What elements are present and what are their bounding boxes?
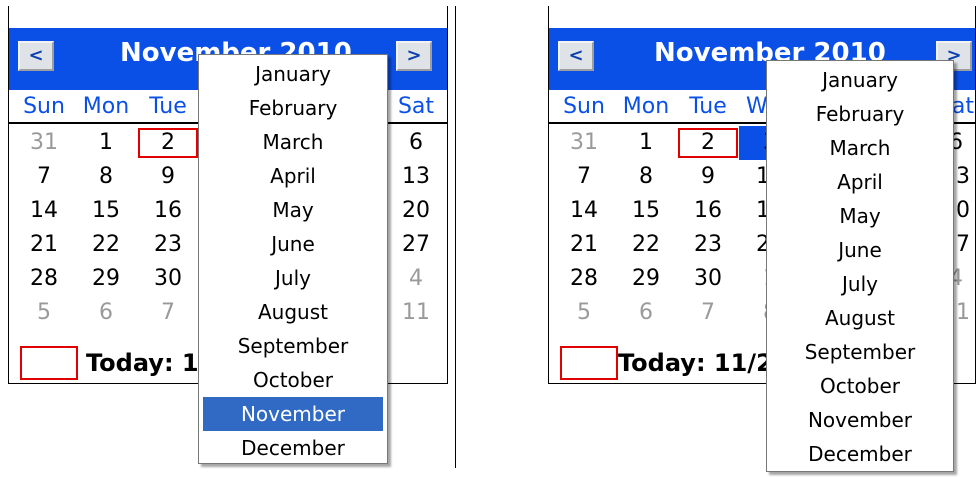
chevron-right-icon: > [406,45,422,66]
weekday-mon: Mon [622,94,670,119]
weekday-tue: Tue [689,94,727,119]
weekday-sun: Sun [23,94,65,119]
day-cell[interactable]: 7 [553,160,615,194]
today-marker [560,346,618,380]
month-option-may[interactable]: May [203,193,383,227]
day-cell[interactable]: 31 [553,126,615,160]
month-option-september[interactable]: September [203,329,383,363]
month-option-may[interactable]: May [771,199,949,233]
day-cell[interactable]: 28 [553,262,615,296]
divider-line [455,6,456,468]
day-cell[interactable]: 31 [13,126,75,160]
day-cell[interactable]: 4 [385,262,447,296]
day-cell[interactable]: 20 [385,194,447,228]
day-cell[interactable]: 29 [615,262,677,296]
weekday-sun: Sun [563,94,605,119]
day-cell[interactable]: 9 [677,160,739,194]
prev-month-button[interactable]: < [558,41,594,71]
day-cell[interactable]: 1 [75,126,137,160]
day-cell[interactable]: 16 [677,194,739,228]
month-option-november[interactable]: November [771,403,949,437]
month-option-october[interactable]: October [203,363,383,397]
month-option-august[interactable]: August [771,301,949,335]
day-cell[interactable]: 7 [13,160,75,194]
day-cell[interactable]: 15 [615,194,677,228]
month-option-april[interactable]: April [771,165,949,199]
day-cell[interactable]: 5 [13,296,75,330]
month-option-december[interactable]: December [771,437,949,471]
day-cell[interactable]: 22 [615,228,677,262]
day-cell[interactable]: 23 [677,228,739,262]
day-cell[interactable]: 7 [677,296,739,330]
month-option-february[interactable]: February [771,97,949,131]
day-cell[interactable]: 14 [553,194,615,228]
day-cell[interactable]: 15 [75,194,137,228]
chevron-left-icon: < [568,45,584,66]
month-option-december[interactable]: December [203,431,383,465]
day-cell[interactable]: 2 [137,126,199,160]
weekday-tue: Tue [149,94,187,119]
day-cell[interactable]: 23 [137,228,199,262]
month-option-march[interactable]: March [203,125,383,159]
day-cell[interactable]: 30 [677,262,739,296]
day-cell[interactable]: 11 [385,296,447,330]
month-option-october[interactable]: October [771,369,949,403]
weekday-mon: Mon [82,94,130,119]
day-cell[interactable]: 6 [385,126,447,160]
day-cell[interactable]: 22 [75,228,137,262]
day-cell[interactable]: 1 [615,126,677,160]
day-cell[interactable]: 29 [75,262,137,296]
month-option-june[interactable]: June [771,233,949,267]
day-cell[interactable]: 21 [553,228,615,262]
day-cell[interactable]: 16 [137,194,199,228]
chevron-left-icon: < [28,45,44,66]
day-cell[interactable]: 8 [615,160,677,194]
day-cell[interactable]: 6 [615,296,677,330]
day-cell[interactable]: 6 [75,296,137,330]
day-cell[interactable]: 28 [13,262,75,296]
day-cell[interactable]: 30 [137,262,199,296]
month-option-march[interactable]: March [771,131,949,165]
day-cell[interactable]: 8 [75,160,137,194]
day-cell[interactable]: 14 [13,194,75,228]
day-cell[interactable]: 5 [553,296,615,330]
next-month-button[interactable]: > [396,41,432,71]
day-cell[interactable]: 27 [385,228,447,262]
month-option-april[interactable]: April [203,159,383,193]
month-dropdown-right[interactable]: January February March April May June July Augu… [766,60,954,472]
month-option-july[interactable]: July [203,261,383,295]
day-cell[interactable]: 9 [137,160,199,194]
month-option-september[interactable]: September [771,335,949,369]
weekday-sat: Sat [397,94,435,119]
prev-month-button[interactable]: < [18,41,54,71]
today-marker [20,346,78,380]
day-cell[interactable]: 21 [13,228,75,262]
month-option-november[interactable]: November [203,397,383,431]
day-cell[interactable]: 13 [385,160,447,194]
month-option-august[interactable]: August [203,295,383,329]
month-dropdown-left[interactable]: January February March April May June July Augu… [198,54,388,464]
month-option-july[interactable]: July [771,267,949,301]
month-option-january[interactable]: January [771,63,949,97]
month-option-june[interactable]: June [203,227,383,261]
day-cell[interactable]: 7 [137,296,199,330]
day-cell[interactable]: 2 [677,126,739,160]
month-option-january[interactable]: January [203,57,383,91]
month-option-february[interactable]: February [203,91,383,125]
